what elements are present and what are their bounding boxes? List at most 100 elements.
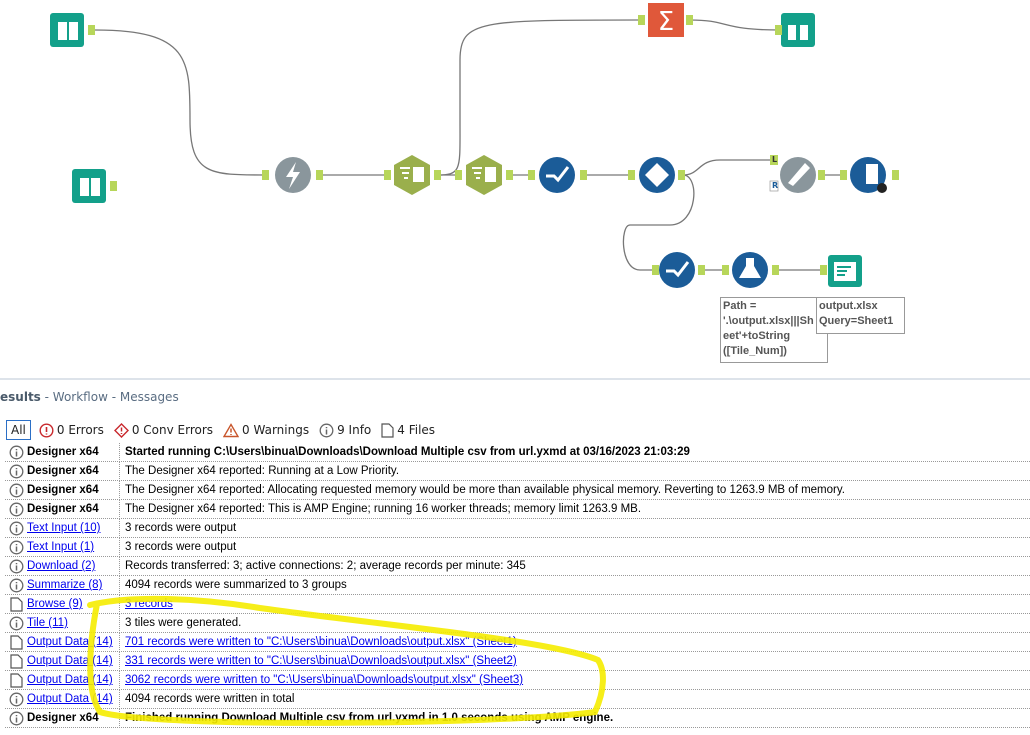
summarize-orange-tool[interactable]: Σ	[648, 3, 684, 37]
message-row[interactable]: Designer x64 The Designer x64 reported: A…	[5, 480, 1030, 500]
info-icon	[5, 540, 27, 555]
file-icon	[9, 596, 23, 612]
message-link[interactable]: 701 records were written to "C:\Users\bi…	[125, 636, 517, 648]
message-row[interactable]: Output Data (14) 4094 records were writte…	[5, 689, 1030, 709]
info-icon	[5, 502, 27, 517]
file-icon	[5, 653, 27, 669]
tool-link[interactable]: Text Input (10)	[27, 522, 101, 534]
filter-errors[interactable]: 0 Errors	[37, 420, 106, 440]
message-list: Designer x64 Started running C:\Users\bin…	[5, 442, 1030, 728]
file-icon	[381, 422, 394, 438]
message-row[interactable]: Tile (11) 3 tiles were generated.	[5, 613, 1030, 633]
download-tool[interactable]	[275, 157, 311, 193]
message-link[interactable]: 3 records	[125, 598, 173, 610]
join-tool[interactable]	[780, 157, 816, 193]
tool-link[interactable]: Output Data (14)	[27, 674, 113, 686]
message-text: 3 records were output	[125, 522, 237, 534]
message-text: The Designer x64 reported: This is AMP E…	[125, 503, 642, 515]
message-text: The Designer x64 reported: Allocating re…	[125, 484, 845, 496]
info-icon	[5, 711, 27, 726]
message-row[interactable]: Designer x64 The Designer x64 reported: R…	[5, 461, 1030, 481]
tool-link[interactable]: Download (2)	[27, 560, 95, 572]
info-icon	[5, 464, 27, 479]
formula-annotation: Path = '.\output.xlsx|||Sh eet'+toString…	[720, 297, 828, 363]
info-icon	[9, 616, 23, 630]
message-row[interactable]: Designer x64 Finished running Download Mu…	[5, 708, 1030, 728]
message-row[interactable]: Text Input (10) 3 records were output	[5, 518, 1030, 538]
tool-link[interactable]: Tile (11)	[27, 617, 68, 629]
formula-multi-tool[interactable]	[850, 157, 887, 193]
join-left-label: L	[772, 155, 778, 164]
results-title: esults	[0, 390, 41, 404]
browse-tool[interactable]	[781, 13, 815, 47]
file-icon	[5, 596, 27, 612]
message-text: Records transferred: 3; active connectio…	[125, 560, 526, 572]
tool-link[interactable]: Text Input (1)	[27, 541, 94, 553]
file-icon	[9, 653, 23, 669]
filter-all[interactable]: All	[6, 420, 31, 440]
annotation-line: Query=Sheet1	[819, 315, 894, 327]
message-row[interactable]: Summarize (8) 4094 records were summarize…	[5, 575, 1030, 595]
error-icon	[39, 422, 54, 438]
anchors	[88, 15, 899, 275]
output-annotation: output.xlsx Query=Sheet1	[816, 297, 905, 334]
warning-icon	[223, 422, 240, 437]
info-icon	[5, 483, 27, 498]
message-link[interactable]: 331 records were written to "C:\Users\bi…	[125, 655, 517, 667]
tool-name: Designer x64	[27, 712, 99, 724]
text-input-tool-1[interactable]	[50, 13, 84, 47]
workflow-canvas[interactable]: Σ L R Path = '.\output.xlsx|||Sh eet'+to…	[0, 0, 1030, 378]
filter-conv-errors[interactable]: 0 Conv Errors	[112, 420, 215, 440]
info-icon	[5, 559, 27, 574]
info-icon	[9, 692, 23, 706]
tool-name: Designer x64	[27, 503, 99, 515]
tool-link[interactable]: Output Data (14)	[27, 655, 113, 667]
tool-link[interactable]: Output Data (14)	[27, 636, 113, 648]
file-icon	[5, 634, 27, 650]
filter-label: 0 Warnings	[242, 423, 310, 437]
summarize-tool-2[interactable]	[466, 155, 502, 195]
info-icon	[5, 445, 27, 460]
message-row[interactable]: Output Data (14) 3062 records were writte…	[5, 670, 1030, 690]
message-row[interactable]: Designer x64 Started running C:\Users\bin…	[5, 442, 1030, 462]
message-text: 4094 records were summarized to 3 groups	[125, 579, 347, 591]
info-icon	[5, 578, 27, 593]
select-tool-1[interactable]	[539, 157, 575, 193]
summarize-tool-1[interactable]	[394, 155, 430, 195]
info-icon	[9, 502, 23, 516]
info-icon	[9, 445, 23, 459]
message-row[interactable]: Text Input (1) 3 records were output	[5, 537, 1030, 557]
info-icon	[9, 521, 23, 535]
message-row[interactable]: Browse (9) 3 records	[5, 594, 1030, 614]
tile-tool[interactable]	[639, 157, 675, 193]
message-row[interactable]: Download (2) Records transferred: 3; acti…	[5, 556, 1030, 576]
message-text: The Designer x64 reported: Running at a …	[125, 465, 400, 477]
results-panel: esults - Workflow - Messages All 0 Error…	[0, 378, 1030, 735]
tool-link[interactable]: Summarize (8)	[27, 579, 102, 591]
info-icon	[9, 483, 23, 497]
message-row[interactable]: Designer x64 The Designer x64 reported: T…	[5, 499, 1030, 519]
filter-info[interactable]: 9 Info	[317, 420, 373, 440]
filter-files[interactable]: 4 Files	[379, 420, 437, 440]
message-row[interactable]: Output Data (14) 701 records were written…	[5, 632, 1030, 652]
tool-link[interactable]: Output Data (14)	[27, 693, 113, 705]
filter-warnings[interactable]: 0 Warnings	[221, 420, 311, 440]
formula-tool[interactable]	[732, 252, 768, 288]
info-icon	[9, 540, 23, 554]
file-icon	[5, 672, 27, 688]
breadcrumb[interactable]: - Workflow - Messages	[41, 390, 179, 404]
text-input-tool-2[interactable]	[72, 169, 106, 203]
info-icon	[5, 521, 27, 536]
tool-name: Designer x64	[27, 446, 99, 458]
message-link[interactable]: 3062 records were written to "C:\Users\b…	[125, 674, 523, 686]
join-right-label: R	[772, 181, 779, 190]
info-icon	[9, 464, 23, 478]
select-tool-2[interactable]	[659, 252, 695, 288]
message-filters: All 0 Errors 0 Conv Errors 0 Warnings 9 …	[6, 420, 437, 440]
message-text: 4094 records were written in total	[125, 693, 295, 705]
panel-title: esults - Workflow - Messages	[0, 390, 179, 404]
output-data-tool[interactable]	[828, 255, 862, 287]
message-row[interactable]: Output Data (14) 331 records were written…	[5, 651, 1030, 671]
tool-link[interactable]: Browse (9)	[27, 598, 83, 610]
filter-label: All	[11, 423, 26, 437]
